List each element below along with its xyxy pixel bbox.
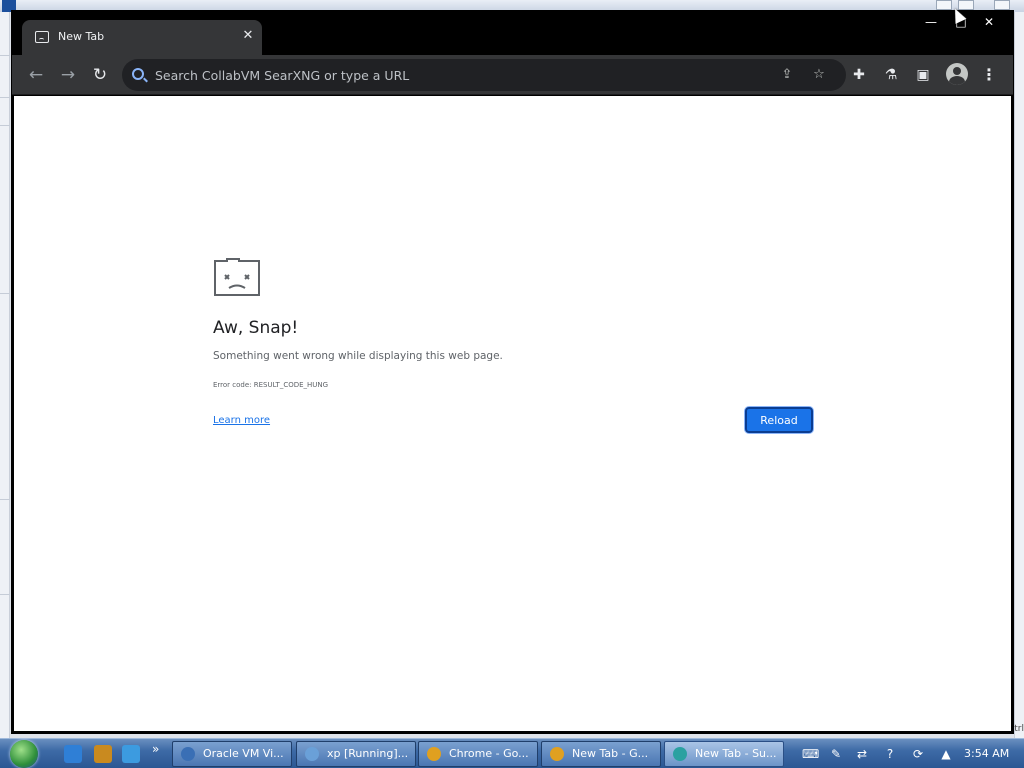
system-tray: ⌨ ✎ ⇄ ? ⟳ ▲ 3:54 AM <box>790 739 1024 768</box>
browser-quicklaunch-icon[interactable] <box>122 745 140 763</box>
extensions-icon[interactable]: ✚ <box>848 64 870 86</box>
chrome-window: New Tab ✕ — □ ✕ ← → ↻ ⇪ ☆ ✚ ⚗ ▣ ⋮ Aw, Sn… <box>11 10 1014 734</box>
sad-folder-icon <box>214 258 260 296</box>
taskbar-button-new-tab-g[interactable]: New Tab - G... <box>541 741 661 767</box>
minimize-button[interactable]: — <box>916 13 946 31</box>
virtualbox-icon <box>181 747 195 761</box>
tab-strip: New Tab ✕ — □ ✕ <box>12 11 1013 55</box>
host-minimize-button[interactable] <box>936 0 952 10</box>
address-input[interactable] <box>155 65 755 85</box>
host-sidebar <box>0 12 10 740</box>
browser-toolbar: ← → ↻ ⇪ ☆ ✚ ⚗ ▣ ⋮ <box>12 55 1013 95</box>
side-panel-icon[interactable]: ▣ <box>912 64 934 86</box>
menu-kebab-icon[interactable]: ⋮ <box>981 64 997 86</box>
sad-tab-icon <box>35 31 49 43</box>
search-icon <box>132 68 144 80</box>
chrome-icon <box>550 747 564 761</box>
taskbar-button-oracle-vm[interactable]: Oracle VM Vi... <box>172 741 292 767</box>
back-button[interactable]: ← <box>23 62 49 88</box>
error-code: Error code: RESULT_CODE_HUNG <box>213 381 329 389</box>
sync-icon[interactable]: ⟳ <box>910 746 926 762</box>
quick-launch-more-icon[interactable]: » <box>152 742 159 756</box>
window-close-button[interactable]: ✕ <box>974 13 1004 31</box>
taskbar-button-new-tab-su[interactable]: New Tab - Su... <box>664 741 784 767</box>
page-content: Aw, Snap! Something went wrong while dis… <box>14 96 1011 731</box>
taskbar-button-xp-running[interactable]: xp [Running]... <box>296 741 416 767</box>
show-hidden-icons-arrow-icon[interactable]: ▲ <box>938 746 954 762</box>
taskbar: » Oracle VM Vi... xp [Running]... Chrome… <box>0 738 1024 768</box>
tab-title: New Tab <box>58 30 105 43</box>
error-title: Aw, Snap! <box>213 318 299 338</box>
vm-running-icon <box>305 747 319 761</box>
keyboard-icon[interactable]: ⌨ <box>802 746 819 762</box>
error-message: Something went wrong while displaying th… <box>213 350 503 362</box>
bookmark-star-icon[interactable]: ☆ <box>810 66 828 84</box>
start-button[interactable] <box>10 740 38 768</box>
app-icon <box>673 747 687 761</box>
host-right-edge: ctrl <box>1009 12 1024 740</box>
learn-more-link[interactable]: Learn more <box>213 415 270 426</box>
network-icon[interactable]: ⇄ <box>854 746 870 762</box>
profile-avatar-icon[interactable] <box>946 63 968 85</box>
reload-button[interactable]: ↻ <box>87 62 113 88</box>
help-icon[interactable]: ? <box>882 746 898 762</box>
omnibox[interactable]: ⇪ ☆ <box>122 59 846 91</box>
reload-page-button[interactable]: Reload <box>745 407 813 433</box>
chrome-icon <box>427 747 441 761</box>
forward-button[interactable]: → <box>55 62 81 88</box>
clock[interactable]: 3:54 AM <box>964 747 1009 760</box>
internet-explorer-icon[interactable] <box>64 745 82 763</box>
tab-close-icon[interactable]: ✕ <box>240 28 256 44</box>
media-player-icon[interactable] <box>94 745 112 763</box>
tab-new-tab[interactable]: New Tab ✕ <box>22 20 262 55</box>
host-close-button[interactable] <box>994 0 1010 10</box>
taskbar-button-chrome[interactable]: Chrome - Go... <box>418 741 538 767</box>
labs-flask-icon[interactable]: ⚗ <box>880 64 902 86</box>
pen-icon[interactable]: ✎ <box>828 746 844 762</box>
share-icon[interactable]: ⇪ <box>778 66 796 84</box>
